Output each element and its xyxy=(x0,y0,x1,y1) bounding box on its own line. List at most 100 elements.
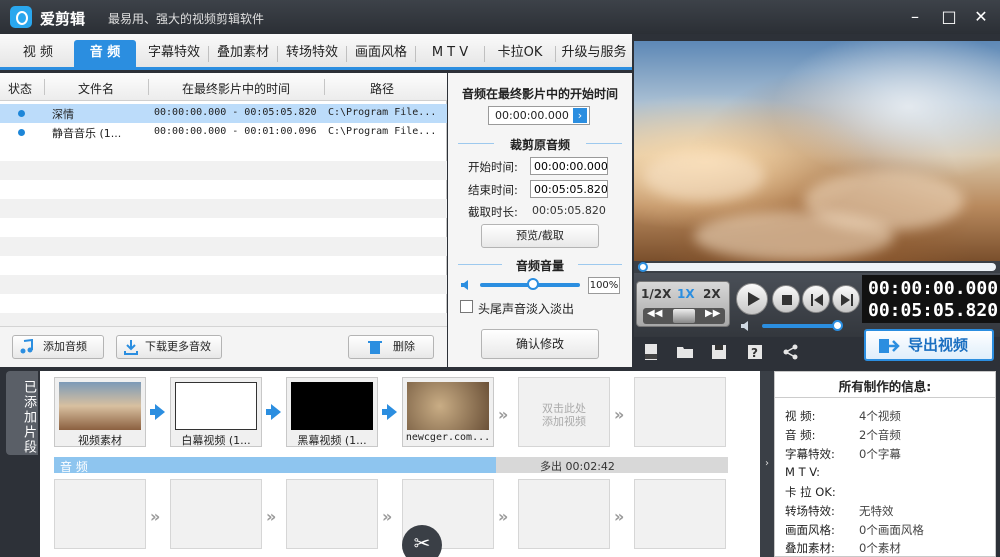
start-time-title: 音频在最终影片中的开始时间 xyxy=(461,87,618,101)
info-value: 0个素材 xyxy=(859,541,901,555)
speed-half[interactable]: 1/2X xyxy=(641,287,671,301)
share-icon[interactable] xyxy=(782,343,800,361)
start-time-field[interactable]: 00:00:00.000 › xyxy=(488,106,590,125)
tab-karaoke[interactable]: 卡拉OK xyxy=(487,40,553,70)
empty-clip-slot[interactable] xyxy=(518,479,610,549)
video-preview[interactable] xyxy=(634,41,1000,261)
column-filename[interactable]: 文件名 xyxy=(78,80,114,97)
empty-row xyxy=(0,275,447,294)
column-separator xyxy=(44,79,45,95)
column-path[interactable]: 路径 xyxy=(370,80,394,97)
player-volume-handle[interactable] xyxy=(831,320,843,331)
added-clips-tab[interactable]: 已添加片段 xyxy=(6,371,38,455)
help-icon[interactable]: ? xyxy=(746,343,764,361)
chevron-right-icon: » xyxy=(498,507,509,526)
add-audio-button[interactable]: 添加音频 xyxy=(12,335,104,359)
audio-track[interactable]: 音 频 多出 00:02:42 xyxy=(54,457,728,474)
minimize-button[interactable]: – xyxy=(904,6,926,28)
speed-selector: 1/2X 1X 2X ◀◀ ▶▶ xyxy=(636,281,730,327)
tab-styles[interactable]: 画面风格 xyxy=(349,40,413,70)
export-video-button[interactable]: 导出视频 xyxy=(864,329,994,361)
empty-clip-slot[interactable] xyxy=(286,479,378,549)
info-label: 字幕特效: xyxy=(785,447,835,461)
chevron-right-icon[interactable]: › xyxy=(573,108,587,123)
tab-overlay[interactable]: 叠加素材 xyxy=(211,40,275,70)
clip-item[interactable]: 视频素材 xyxy=(54,377,146,447)
arrow-right-icon xyxy=(271,404,281,420)
clip-thumbnail xyxy=(407,382,489,430)
empty-clip-slot[interactable] xyxy=(170,479,262,549)
tab-audio[interactable]: 音 频 xyxy=(74,40,136,70)
clip-label: newcger.com... xyxy=(405,432,491,443)
column-time[interactable]: 在最终影片中的时间 xyxy=(182,80,290,97)
empty-clip-slot[interactable] xyxy=(634,479,726,549)
tab-video[interactable]: 视 频 xyxy=(8,40,68,70)
volume-slider-handle[interactable] xyxy=(527,278,539,290)
save-icon[interactable] xyxy=(710,343,728,361)
close-button[interactable]: ✕ xyxy=(970,6,992,28)
confirm-changes-button[interactable]: 确认修改 xyxy=(481,329,599,359)
stop-button[interactable] xyxy=(772,285,800,313)
column-status[interactable]: 状态 xyxy=(8,80,32,97)
begin-time-input[interactable] xyxy=(530,157,608,175)
progress-track[interactable] xyxy=(638,262,996,272)
music-note-icon xyxy=(20,339,33,354)
tab-mtv[interactable]: M T V xyxy=(418,40,482,70)
duration-value: 00:05:05.820 xyxy=(532,204,606,217)
new-project-icon[interactable] xyxy=(642,343,660,361)
add-audio-label: 添加音频 xyxy=(43,340,87,353)
rewind-icon[interactable]: ◀◀ xyxy=(647,308,662,319)
arrow-right-icon xyxy=(387,404,397,420)
clip-item[interactable]: 黑幕视频 (1... xyxy=(286,377,378,447)
table-row[interactable]: 静音音乐 (1... 00:00:00.000 - 00:01:00.096 C… xyxy=(0,123,447,142)
open-folder-icon[interactable] xyxy=(676,343,694,361)
speed-slider-handle[interactable] xyxy=(673,309,695,323)
column-separator xyxy=(148,79,149,95)
maximize-button[interactable]: □ xyxy=(938,6,960,28)
fade-checkbox[interactable] xyxy=(460,300,473,313)
clip-item[interactable]: newcger.com... xyxy=(402,377,494,447)
row-filename: 静音音乐 (1... xyxy=(52,127,122,140)
volume-value[interactable]: 100% xyxy=(588,277,620,294)
table-row[interactable]: 深情 00:00:00.000 - 00:05:05.820 C:\Progra… xyxy=(0,104,447,123)
player-volume-track[interactable] xyxy=(762,324,838,328)
tab-separator xyxy=(555,46,556,62)
clip-item[interactable]: 白幕视频 (1... xyxy=(170,377,262,447)
add-video-slot[interactable]: 双击此处添加视频 xyxy=(518,377,610,447)
tab-separator xyxy=(484,46,485,62)
row-path: C:\Program File... xyxy=(328,126,437,137)
tab-transitions[interactable]: 转场特效 xyxy=(280,40,344,70)
info-label: 画面风格: xyxy=(785,523,835,537)
speed-2x[interactable]: 2X xyxy=(703,287,721,301)
play-button[interactable] xyxy=(736,283,768,315)
progress-handle[interactable] xyxy=(638,262,648,272)
next-frame-button[interactable] xyxy=(832,285,860,313)
speed-1x[interactable]: 1X xyxy=(677,287,695,301)
info-label: M T V: xyxy=(785,465,821,479)
chevron-right-icon: » xyxy=(614,405,625,424)
speaker-icon xyxy=(461,280,468,290)
previous-frame-button[interactable] xyxy=(802,285,830,313)
tab-upgrade[interactable]: 升级与服务 xyxy=(557,40,631,70)
clip-label: 黑幕视频 (1... xyxy=(297,434,367,447)
row-time: 00:00:00.000 - 00:05:05.820 xyxy=(154,107,317,118)
clip-label: 白幕视频 (1... xyxy=(181,434,251,447)
duration-label: 截取时长: xyxy=(468,205,518,219)
preview-trim-button[interactable]: 预览/截取 xyxy=(481,224,599,248)
playback-progress[interactable] xyxy=(634,261,1000,273)
empty-clip-slot[interactable] xyxy=(54,479,146,549)
delete-button[interactable]: 删除 xyxy=(348,335,434,359)
scissors-icon[interactable]: ✂ xyxy=(402,525,442,557)
speed-slider[interactable]: ◀◀ ▶▶ xyxy=(643,308,725,324)
chevron-right-icon: » xyxy=(150,507,161,526)
expand-panel-handle[interactable]: › xyxy=(760,371,774,557)
column-separator xyxy=(324,79,325,95)
tab-subtitles[interactable]: 字幕特效 xyxy=(142,40,206,70)
clip-thumbnail xyxy=(291,382,373,430)
end-time-input[interactable] xyxy=(530,180,608,198)
volume-icon[interactable] xyxy=(740,319,754,333)
fast-forward-icon[interactable]: ▶▶ xyxy=(705,308,720,319)
download-more-button[interactable]: 下载更多音效 xyxy=(116,335,222,359)
empty-clip-slot[interactable] xyxy=(634,377,726,447)
trash-icon xyxy=(368,341,382,354)
